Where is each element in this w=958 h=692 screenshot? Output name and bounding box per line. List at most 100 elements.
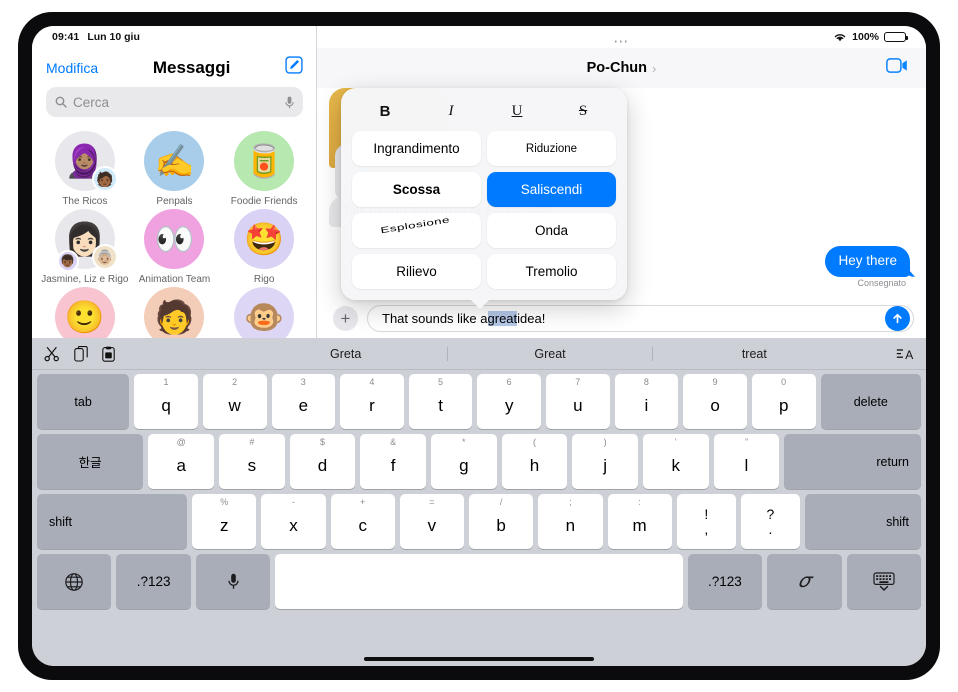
key-shift-right[interactable]: shift [804,494,921,549]
suggestion-1[interactable]: Great [448,346,653,361]
list-item[interactable]: 🐵 [219,287,309,338]
key-numbers-left[interactable]: .?123 [116,554,191,609]
key-n[interactable]: ; n [538,494,603,549]
effect-option-tremolio[interactable]: Tremolio [487,254,616,289]
add-attachment-icon[interactable]: + [333,305,358,331]
key-g[interactable]: * g [430,434,497,489]
key-f[interactable]: & f [360,434,426,489]
list-item[interactable]: 👩🏻 👵🏼 👦🏾 Jasmine, Liz e Rigo [40,209,130,285]
suggestion-2[interactable]: treat [653,347,856,361]
key-alt-label: / [499,497,503,507]
key-alt-label: : [638,497,641,507]
chevron-right-icon[interactable]: › [652,61,656,76]
key-language-korean[interactable]: 한글 [37,434,144,489]
key-alt-label: ” [744,437,748,447]
key-o[interactable]: 9o [683,374,747,429]
suggestion-0[interactable]: Greta [244,346,449,361]
key-z[interactable]: % z [192,494,257,549]
compose-icon[interactable] [285,56,303,79]
effect-option-rilievo[interactable]: Rilievo [352,254,481,289]
status-bar: 09:41 Lun 10 giu 100% [32,26,926,48]
paste-icon[interactable] [102,346,115,362]
key-h[interactable]: (h [501,434,568,489]
key-u[interactable]: 7u [546,374,610,429]
search-input[interactable]: Cerca [46,87,303,117]
key-q[interactable]: 1q [134,374,198,429]
key-numbers-right[interactable]: .?123 [687,554,763,609]
key-handwriting[interactable]: 𝜎 [767,554,842,609]
effect-label-esplosione: Esplosione [380,214,451,236]
key-x[interactable]: -x [261,494,326,549]
avatar: 🤩 [234,209,295,269]
key-return[interactable]: return [784,434,922,489]
list-item-label: Jasmine, Liz e Rigo [41,274,129,285]
key-alt-label: 7 [575,377,581,387]
facetime-video-icon[interactable] [886,58,908,78]
key-dictation[interactable] [195,554,271,609]
list-item-label: Rigo [253,274,275,285]
key-e[interactable]: 3e [271,374,336,429]
text-format-icon[interactable]: A [896,347,914,361]
message-input-bar: + That sounds like a great idea! [317,298,926,338]
effect-option-esplosione[interactable]: Esplosione [352,213,481,248]
key-tab[interactable]: tab [37,374,130,429]
key-space[interactable] [275,554,683,609]
key-v[interactable]: = v [399,494,465,549]
key-top-label: ! [704,505,709,522]
bold-button[interactable]: B [352,103,418,120]
key-k[interactable]: ' k [642,434,709,489]
key-question-period[interactable]: ?. [740,494,800,549]
key-i[interactable]: 8i [614,374,679,429]
contact-name[interactable]: Po-Chun [587,60,647,76]
underline-button[interactable]: U [484,103,550,120]
effect-option-onda[interactable]: Onda [487,213,616,248]
key-p[interactable]: 0p [751,374,816,429]
list-item[interactable]: 🥫 Foodie Friends [219,131,309,207]
list-item[interactable]: 👀 Animation Team [130,209,220,285]
selected-text[interactable]: great [487,310,518,326]
italic-button[interactable]: I [418,103,484,120]
home-indicator[interactable] [364,657,594,661]
key-j[interactable]: ) j [572,434,638,489]
keyboard-row-2: 한글 @ a # s $ d & f * g (h ) j ' k ” l return [37,434,922,489]
effect-option-scossa[interactable]: Scossa [352,172,481,207]
key-main-label: w [228,395,241,415]
key-b[interactable]: / b [469,494,534,549]
key-s[interactable]: # s [219,434,285,489]
key-y[interactable]: 6y [477,374,541,429]
key-t[interactable]: 5t [408,374,473,429]
key-r[interactable]: 4r [340,374,404,429]
avatar-emoji: 🥫 [244,143,285,179]
list-item[interactable]: ✍️ Penpals [130,131,220,207]
key-c[interactable]: + c [330,494,395,549]
list-item[interactable]: 🧑 [130,287,220,338]
key-l[interactable]: ” l [713,434,780,489]
list-item[interactable]: 🤩 Rigo [219,209,309,285]
list-item[interactable]: 🧕🏽 🧑🏾 The Ricos [40,131,130,207]
effect-option-ingrandimento[interactable]: Ingrandimento [352,131,481,166]
key-dismiss-keyboard[interactable] [846,554,922,609]
key-main-label: n [565,515,576,535]
list-item[interactable]: 🙂 [40,287,130,338]
scissors-cut-icon[interactable] [44,346,60,362]
microphone-icon[interactable] [285,96,294,109]
key-w[interactable]: 2w [202,374,267,429]
key-delete[interactable]: delete [820,374,922,429]
key-globe[interactable] [37,554,112,609]
effect-option-saliscendi[interactable]: Saliscendi [487,172,616,207]
key-alt-label: 0 [781,377,787,387]
edit-button[interactable]: Modifica [46,60,98,76]
effect-option-riduzione[interactable]: Riduzione [487,131,616,166]
avatar-badge2-emoji: 👦🏾 [60,254,76,268]
key-exclamation-comma[interactable]: !, [676,494,736,549]
message-input-field[interactable]: That sounds like a great idea! [367,304,914,332]
key-alt-label: = [429,497,435,507]
key-shift-left[interactable]: shift [37,494,188,549]
copy-icon[interactable] [74,345,88,362]
message-bubble-outgoing[interactable]: Hey there [825,246,910,277]
send-arrow-icon[interactable] [885,305,910,331]
key-m[interactable]: :m [607,494,672,549]
key-d[interactable]: $ d [289,434,356,489]
strikethrough-button[interactable]: S [550,103,616,120]
key-a[interactable]: @ a [148,434,215,489]
